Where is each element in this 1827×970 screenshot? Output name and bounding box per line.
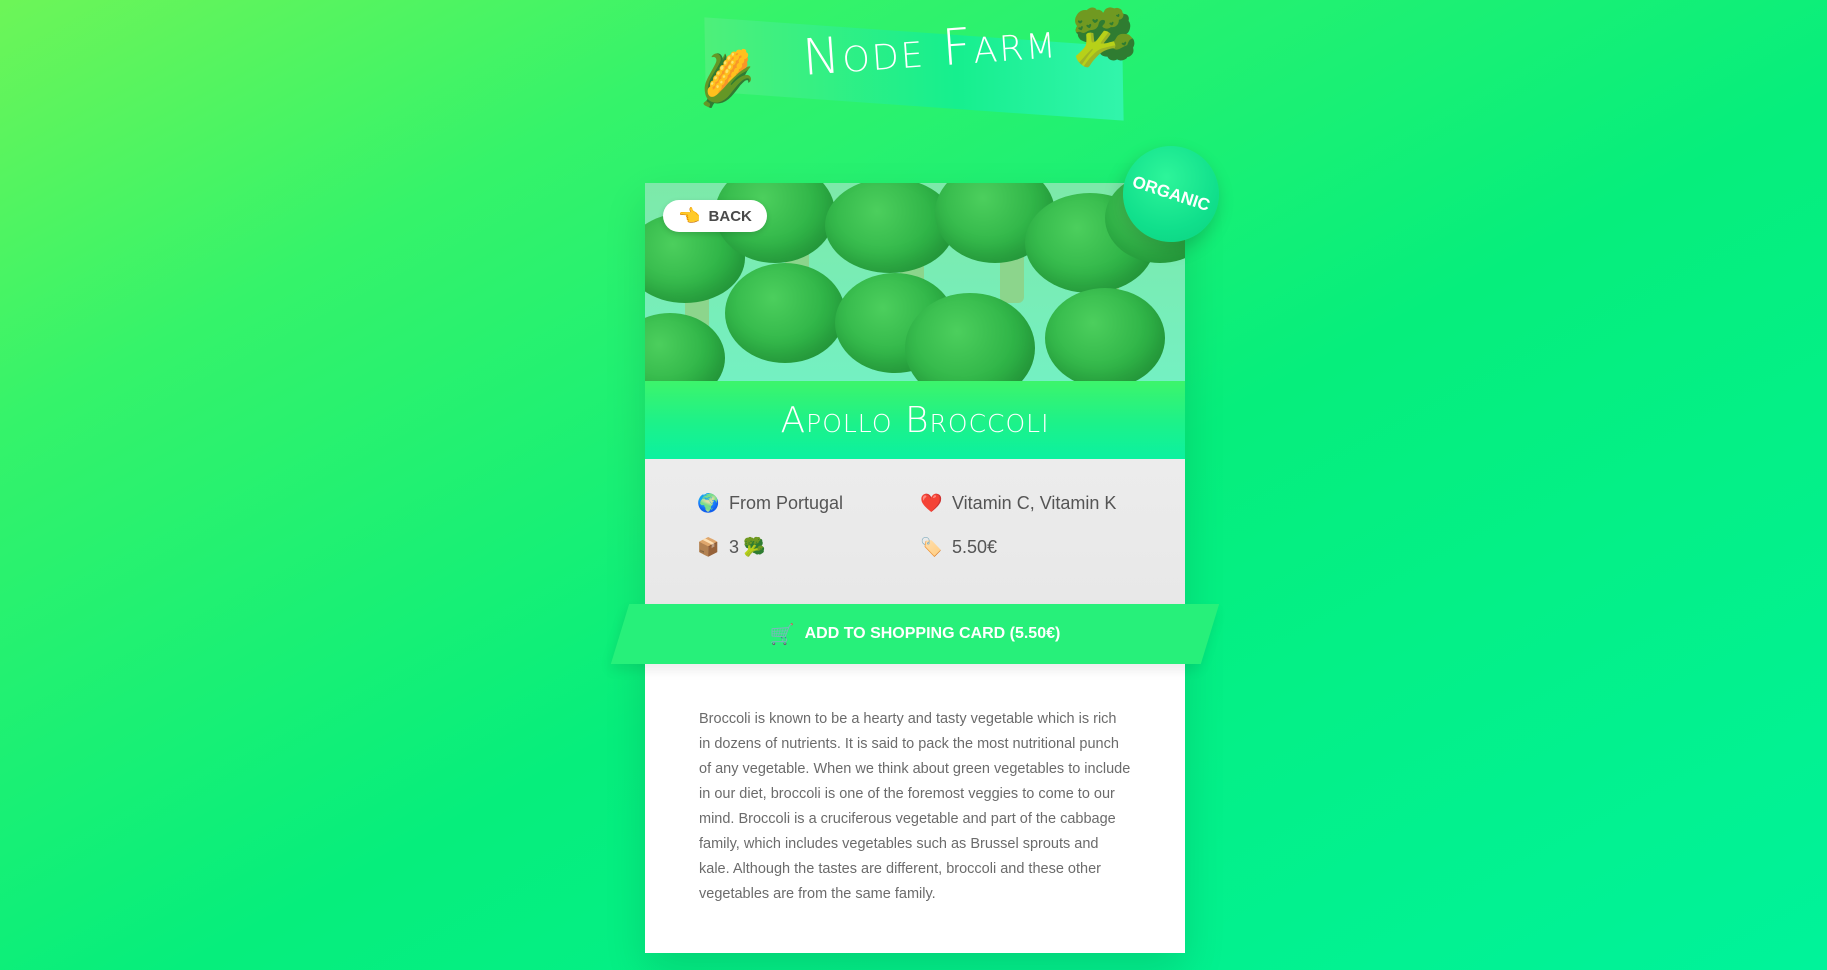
quantity-broccoli-icon: 🥦 [743,537,766,557]
add-to-cart-button[interactable]: 🛒 ADD TO SHOPPING CARD (5.50€) [610,604,1220,664]
product-name-band: Apollo Broccoli [645,381,1185,459]
add-to-cart-content: 🛒 ADD TO SHOPPING CARD (5.50€) [620,604,1210,664]
origin-text: From Portugal [729,493,844,513]
header: 🌽 Node Farm 🥦 [0,0,1827,130]
price-text: 5.50€ [952,537,998,557]
product-name: Apollo Broccoli [780,399,1050,441]
price-detail: 🏷️ 5.50€ [920,537,997,558]
nutrients-detail: ❤️ Vitamin C, Vitamin K [920,493,1116,514]
back-button[interactable]: 👈 BACK [663,200,767,232]
product-details: 🌍 From Portugal ❤️ Vitamin C, Vitamin K … [645,459,1185,605]
tag-icon: 🏷️ [920,537,943,557]
add-to-cart-label: ADD TO SHOPPING CARD (5.50€) [804,625,1061,642]
broccoli-icon: 🥦 [1071,6,1139,69]
pointing-hand-icon: 👈 [678,205,701,226]
cart-icon: 🛒 [769,623,795,646]
corn-icon: 🌽 [691,46,761,112]
box-icon: 📦 [697,537,720,557]
heart-icon: ❤️ [920,493,943,513]
globe-icon: 🌍 [697,493,720,513]
back-label: BACK [708,207,752,225]
origin-detail: 🌍 From Portugal [697,493,843,514]
product-description: Broccoli is known to be a hearty and tas… [699,711,1131,902]
quantity-detail: 📦 3 🥦 [697,537,765,558]
product-card: 👈 BACK Apollo Broccoli 🌍 From Portugal ❤… [645,183,1185,953]
quantity-text: 3 [729,537,740,557]
nutrients-text: Vitamin C, Vitamin K [952,493,1117,513]
product-image: 👈 BACK [645,183,1185,381]
